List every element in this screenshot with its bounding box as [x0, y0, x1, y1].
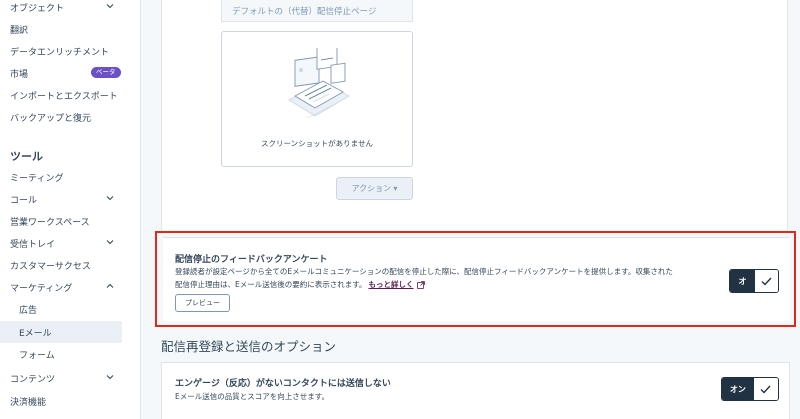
sidebar-item-forms[interactable]: フォーム [0, 343, 141, 365]
sidebar-item-import-export[interactable]: インポートとエクスポート [0, 84, 141, 106]
unengaged-contacts-title: エンゲージ（反応）がないコンタクトには送信しない [175, 379, 391, 389]
sidebar-item-label: データエンリッチメント [10, 47, 110, 58]
unengaged-contacts-description: Eメール送信の品質とスコアを向上させます。 [175, 392, 329, 401]
sidebar-item-objects[interactable]: オブジェクト [0, 0, 141, 18]
chevron-down-icon [106, 194, 114, 202]
toggle-on-label: オン [722, 378, 754, 400]
sidebar-item-label: マーケティング [10, 283, 73, 294]
sidebar-item-sales-workspace[interactable]: 営業ワークスペース [0, 210, 141, 232]
default-unsubscribe-page-label: デフォルトの（代替）配信停止ページ [221, 0, 413, 22]
sidebar-item-label: ミーティング [10, 173, 64, 184]
sidebar-item-label: 市場 [10, 69, 29, 80]
sidebar-item-label: カスタマーサクセス [10, 261, 91, 272]
sidebar-item-email[interactable]: Eメール [0, 321, 122, 343]
sidebar-item-payments[interactable]: 決済機能 [0, 390, 141, 412]
sidebar-item-label: Eメール [19, 328, 52, 339]
chevron-down-icon [106, 238, 114, 246]
sidebar-item-ads[interactable]: 広告 [0, 298, 141, 320]
main-content: デフォルトの（代替）配信停止ページ スクリーンショットがありません アクション … [141, 0, 800, 419]
chevron-down-icon [106, 373, 114, 381]
sidebar-item-content[interactable]: コンテンツ [0, 367, 141, 389]
sidebar-item-meetings[interactable]: ミーティング [0, 166, 141, 188]
sidebar-item-label: 受信トレイ [10, 239, 56, 250]
sidebar-item-label: 営業ワークスペース [10, 217, 90, 228]
sidebar-item-calling[interactable]: コール [0, 188, 141, 210]
sidebar-item-marketing[interactable]: マーケティング [0, 276, 141, 298]
settings-sidebar: オブジェクト 翻訳 データエンリッチメント 市場 ベータ インポートとエクスポー… [0, 0, 141, 419]
sidebar-item-label: コール [10, 195, 38, 206]
sidebar-item-inbox[interactable]: 受信トレイ [0, 232, 141, 254]
unsubscribe-page-panel: デフォルトの（代替）配信停止ページ スクリーンショットがありません アクション … [161, 0, 788, 230]
chevron-down-icon [106, 2, 114, 10]
sidebar-item-label: オブジェクト [10, 3, 65, 14]
sidebar-item-label: フォーム [19, 350, 55, 361]
sidebar-item-label: インポートとエクスポート [10, 91, 118, 102]
sidebar-item-label: コンテンツ [10, 374, 56, 385]
sidebar-item-backup-restore[interactable]: バックアップと復元 [0, 106, 141, 128]
sidebar-item-marketplace[interactable]: 市場 ベータ [0, 62, 141, 84]
empty-screenshot-illustration-icon [288, 48, 350, 119]
beta-badge: ベータ [91, 67, 121, 78]
sidebar-item-translation[interactable]: 翻訳 [0, 18, 141, 40]
tools-heading: ツール [10, 150, 43, 163]
unengaged-contacts-card: エンゲージ（反応）がないコンタクトには送信しない Eメール送信の品質とスコアを向… [161, 362, 790, 419]
sidebar-item-customer-success[interactable]: カスタマーサクセス [0, 254, 141, 276]
sidebar-item-label: バックアップと復元 [10, 113, 92, 124]
chevron-up-icon [106, 282, 114, 290]
sidebar-item-label: 広告 [19, 305, 38, 316]
no-screenshot-text: スクリーンショットがありません [261, 139, 373, 148]
checkmark-icon [753, 378, 778, 400]
resubscribe-section-heading: 配信再登録と送信のオプション [161, 339, 337, 354]
sidebar-item-label: 翻訳 [10, 25, 29, 36]
sidebar-item-data-enrichment[interactable]: データエンリッチメント [0, 40, 141, 62]
highlight-outline [155, 231, 796, 327]
unengaged-contacts-toggle[interactable]: オン [721, 377, 779, 401]
actions-dropdown-button[interactable]: アクション ▾ [336, 177, 413, 200]
screenshot-preview-card: スクリーンショットがありません [221, 31, 413, 167]
sidebar-item-label: 決済機能 [10, 397, 47, 408]
